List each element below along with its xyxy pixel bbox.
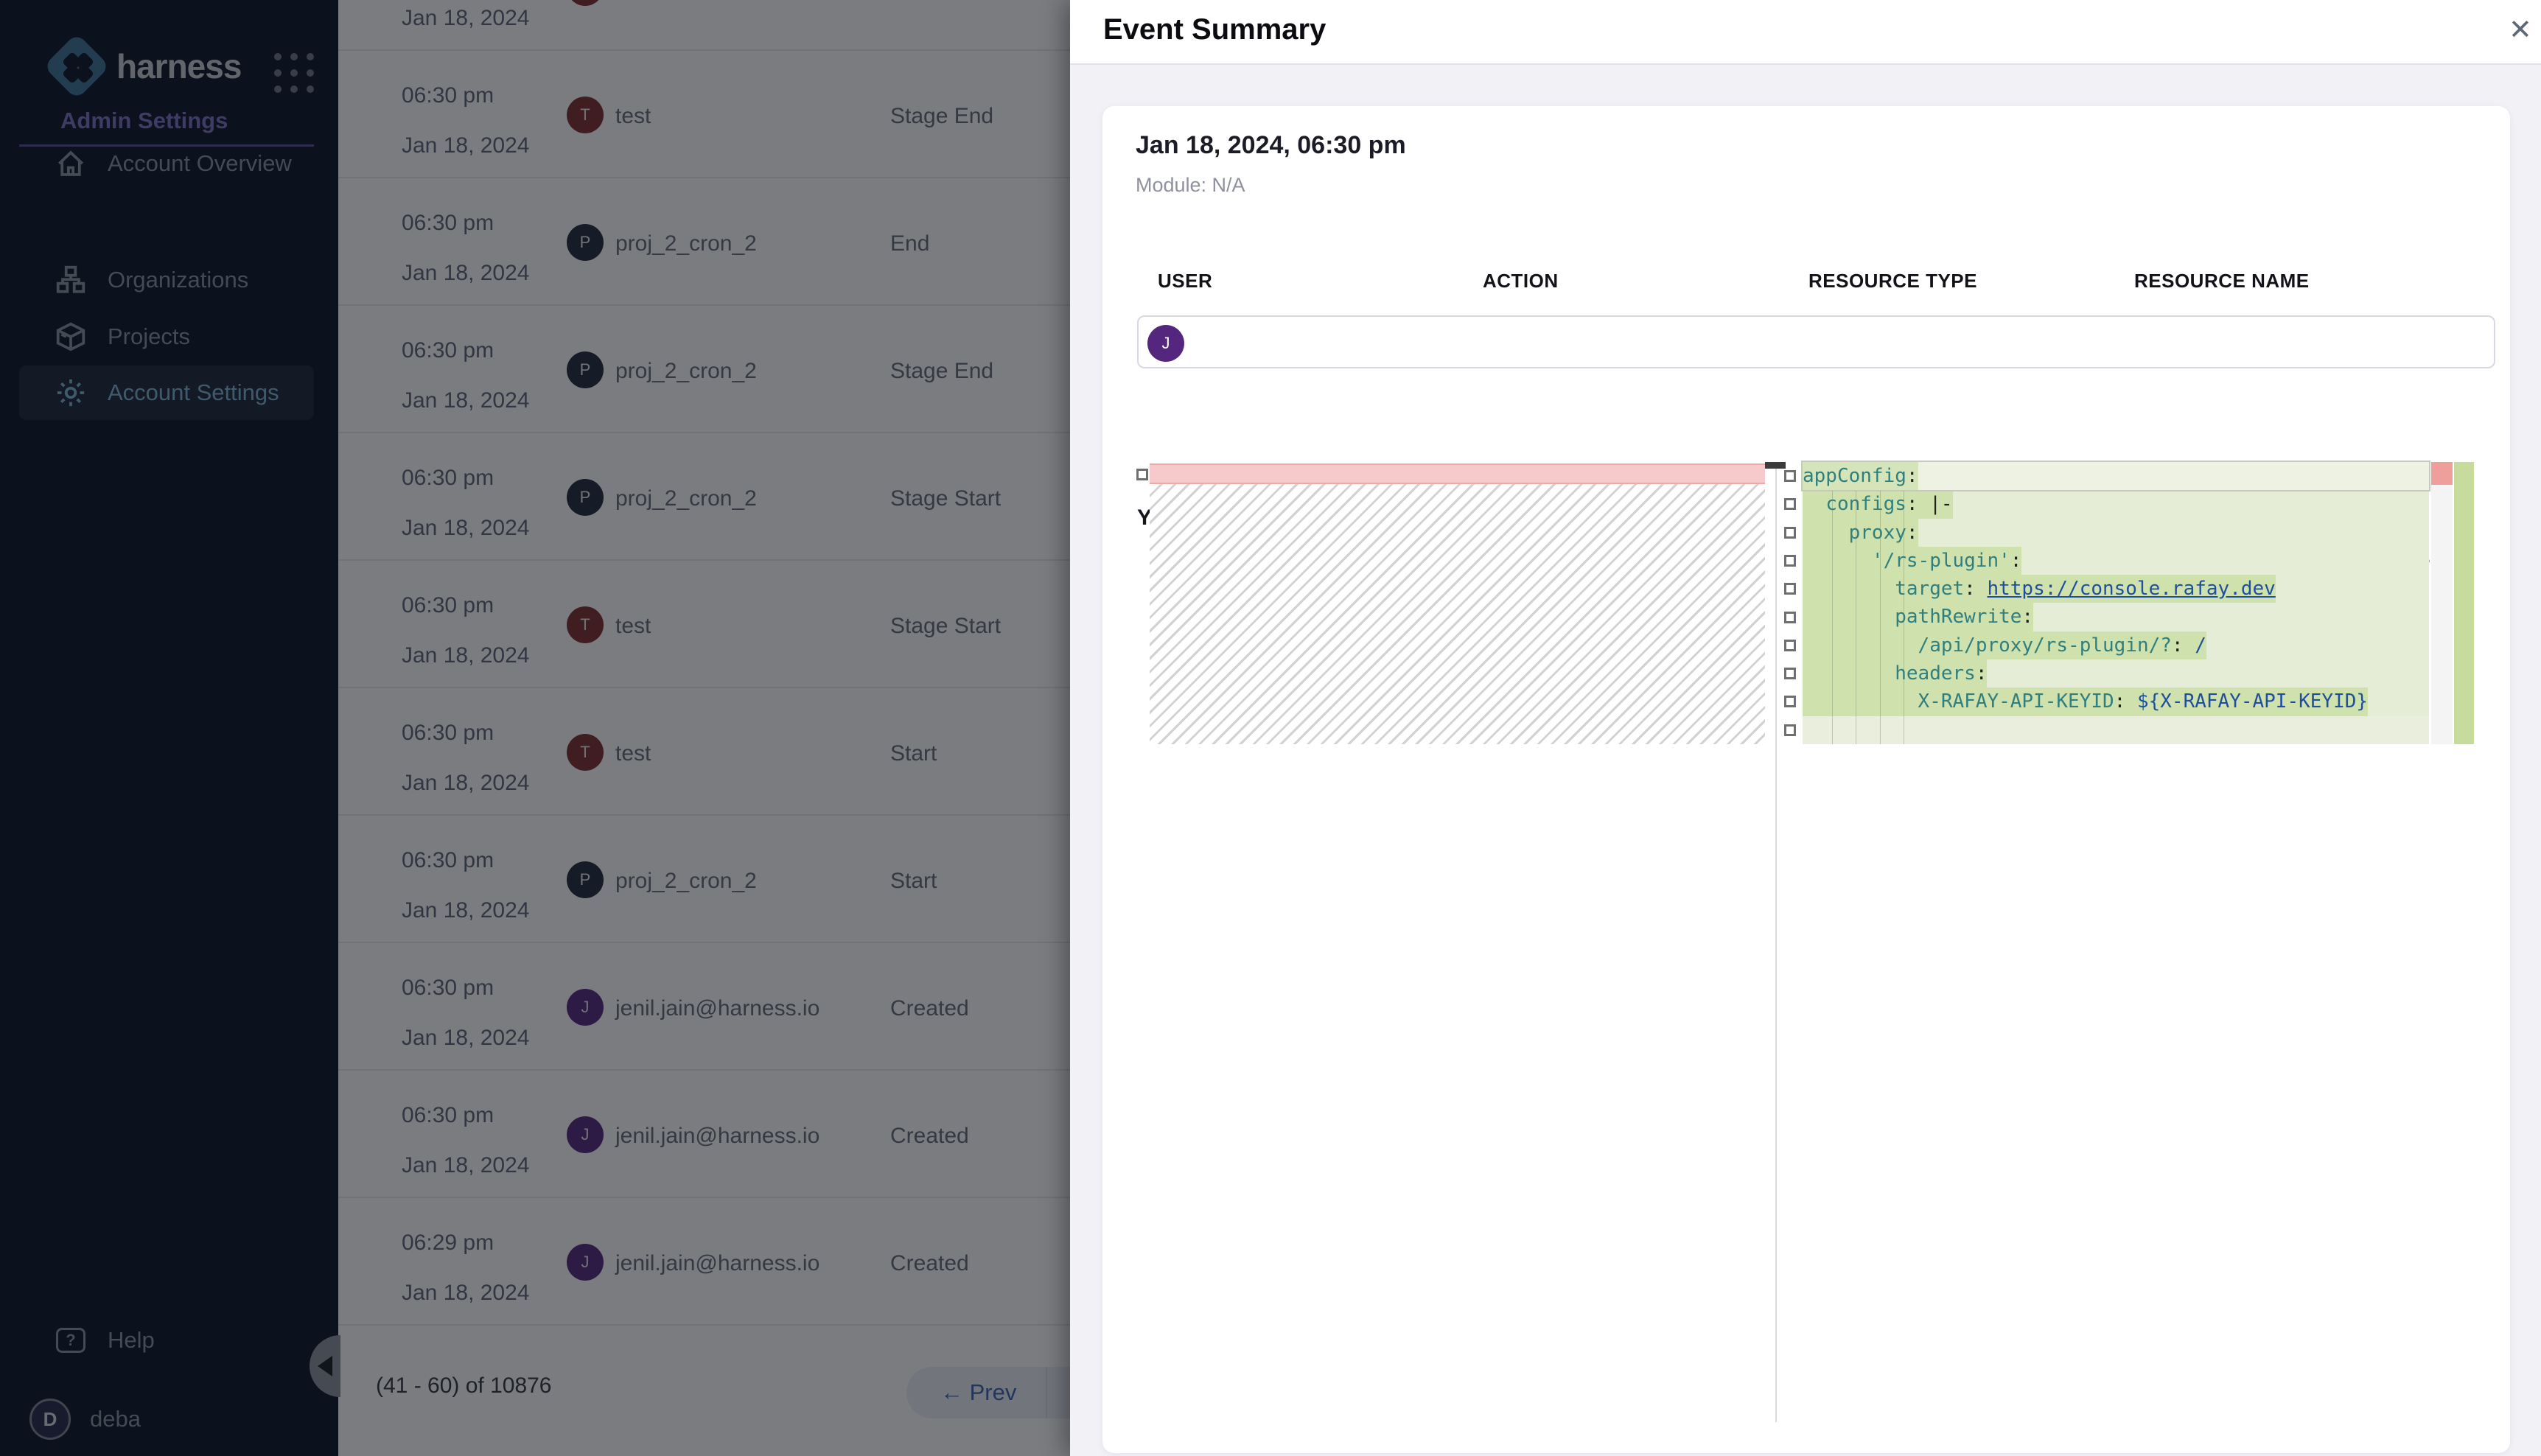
event-card: Jan 18, 2024, 06:30 pm Module: N/A USER … xyxy=(1102,106,2510,1453)
code-line: appConfig: xyxy=(1803,462,2429,490)
overview-ruler-removed-marker xyxy=(2431,462,2453,485)
event-datetime: Jan 18, 2024, 06:30 pm xyxy=(1136,131,1406,160)
overview-ruler-added-marker xyxy=(2454,462,2474,744)
diff-gutter-marker xyxy=(1784,696,1796,707)
code-line: /api/proxy/rs-plugin/?: / xyxy=(1803,631,2429,659)
code-line: headers: xyxy=(1803,659,2429,687)
diff-gutter-marker xyxy=(1784,724,1796,736)
diff-gutter-marker xyxy=(1784,640,1796,651)
diff-empty-filler xyxy=(1150,484,1765,744)
diff-gutter-marker xyxy=(1784,527,1796,539)
diff-gutter-marker xyxy=(1784,612,1796,623)
indent-guide xyxy=(1832,491,1833,744)
diff-added-code-pane[interactable]: appConfig: configs: |- proxy: '/rs-plugi… xyxy=(1803,462,2429,744)
code-line: configs: |- xyxy=(1803,490,2429,518)
row-user-avatar: J xyxy=(1147,325,1184,362)
diff-drag-handle xyxy=(1765,462,1786,469)
code-line xyxy=(1803,716,2429,744)
diff-gutter-marker xyxy=(1784,583,1796,595)
code-line: target: https://console.rafay.dev xyxy=(1803,575,2429,603)
modal-title: Event Summary xyxy=(1103,13,1326,46)
indent-guide xyxy=(1880,491,1881,744)
col-header-action: ACTION xyxy=(1483,270,1559,293)
diff-removed-line xyxy=(1150,463,1765,484)
overview-ruler[interactable] xyxy=(2431,462,2453,744)
close-icon[interactable]: ✕ xyxy=(2509,13,2532,46)
event-table-row: J jenil.jain@harness.io Created IDP_APP_… xyxy=(1137,315,2495,368)
code-line: '/rs-plugin': xyxy=(1803,547,2429,575)
col-header-resource-name: RESOURCE NAME xyxy=(2134,270,2310,293)
code-link[interactable]: https://console.rafay.dev xyxy=(1987,578,2275,600)
diff-gutter-marker xyxy=(1784,470,1796,482)
diff-split-divider[interactable] xyxy=(1775,462,1777,1422)
col-header-resource-type: RESOURCE TYPE xyxy=(1808,270,1977,293)
code-line: proxy: xyxy=(1803,519,2429,547)
modal-backdrop[interactable] xyxy=(0,0,1070,1456)
diff-gutter-marker xyxy=(1784,668,1796,679)
modal-header: Event Summary ✕ xyxy=(1070,0,2541,65)
code-line: X-RAFAY-API-KEYID: ${X-RAFAY-API-KEYID} xyxy=(1803,687,2429,715)
diff-gutter-marker xyxy=(1136,469,1148,480)
diff-gutter-marker xyxy=(1784,498,1796,510)
diff-gutter-marker xyxy=(1784,555,1796,567)
event-module: Module: N/A xyxy=(1136,174,1245,197)
col-header-user: USER xyxy=(1158,270,1212,293)
code-line: pathRewrite: xyxy=(1803,603,2429,631)
